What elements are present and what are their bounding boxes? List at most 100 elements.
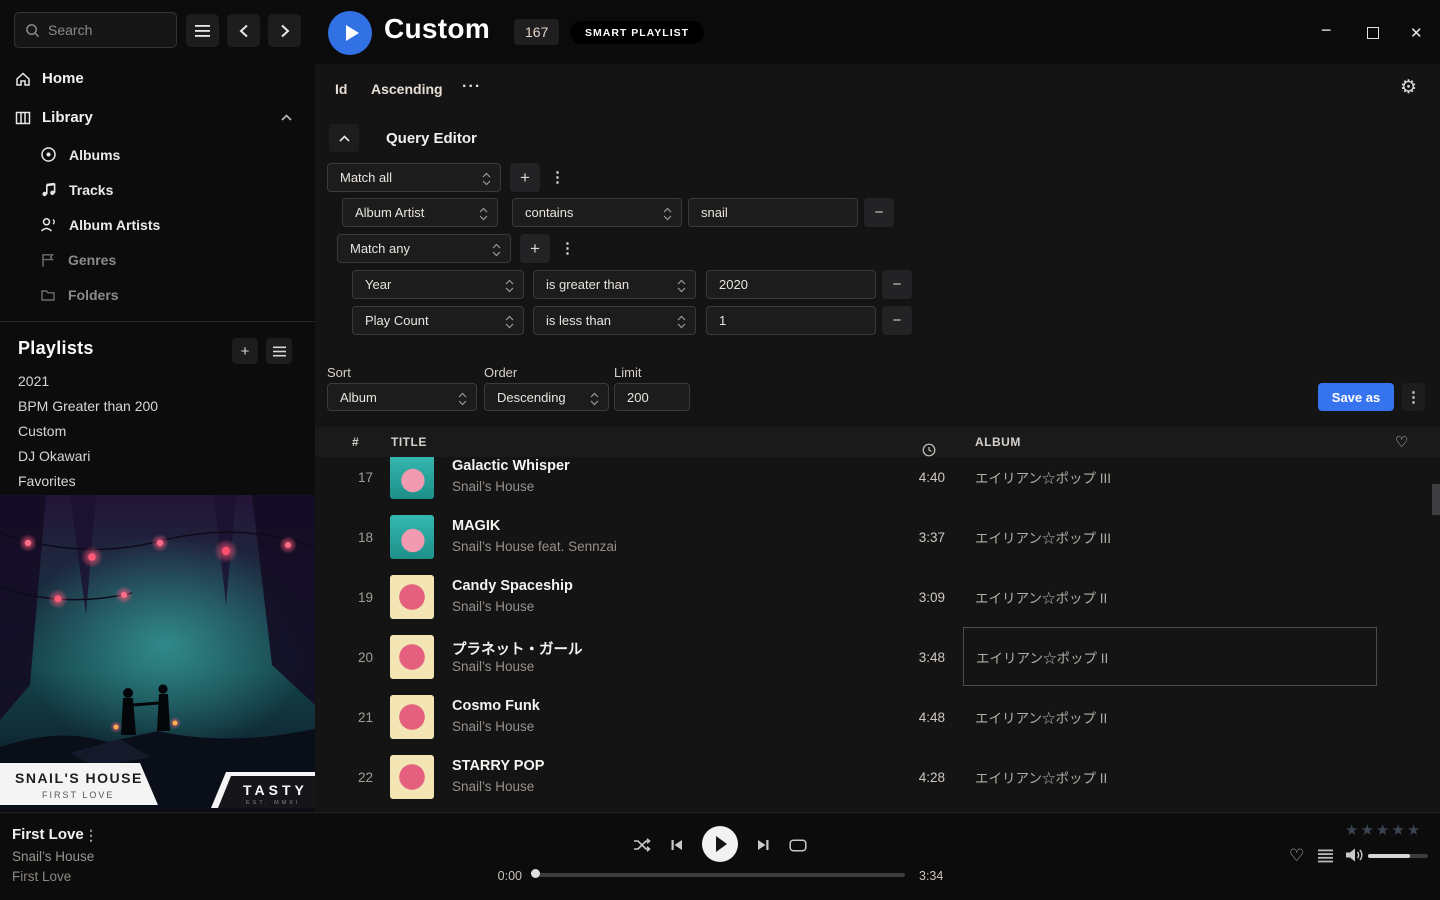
sidebar-item-genres[interactable]: Genres — [40, 242, 300, 277]
window-maximize-button[interactable] — [1367, 27, 1379, 39]
window-minimize-button[interactable]: − — [1321, 20, 1332, 41]
column-title[interactable]: TITLE — [391, 427, 427, 457]
more-options-icon[interactable]: ... — [462, 74, 481, 92]
seek-knob[interactable] — [531, 869, 540, 878]
track-row[interactable]: 17 Galactic Whisper Snail’s House 4:40 エ… — [315, 457, 1432, 507]
playlist-item[interactable]: Custom — [0, 418, 315, 443]
rule2-field-select[interactable]: Year — [352, 270, 524, 299]
nav-forward-button[interactable] — [268, 14, 301, 47]
select-arrows-icon — [505, 279, 514, 293]
column-album[interactable]: ALBUM — [975, 427, 1021, 457]
rule3-field-select[interactable]: Play Count — [352, 306, 524, 335]
remove-rule1-button[interactable]: − — [864, 198, 894, 227]
track-number: 20 — [315, 627, 373, 687]
volume-slider[interactable] — [1368, 854, 1428, 858]
track-album[interactable]: エイリアン☆ポップ II — [963, 627, 1377, 686]
remove-rule2-button[interactable]: − — [882, 270, 912, 299]
play-playlist-button[interactable] — [328, 11, 372, 55]
volume-icon[interactable] — [1344, 847, 1364, 863]
play-button[interactable] — [702, 826, 738, 862]
star-icon[interactable]: ★ — [1345, 821, 1358, 839]
gear-icon[interactable]: ⚙ — [1400, 78, 1417, 97]
playlist-item[interactable]: Favorites — [0, 468, 315, 493]
seek-bar[interactable] — [535, 873, 905, 877]
favorite-heart-icon[interactable]: ♡ — [1289, 846, 1304, 866]
star-icon[interactable]: ★ — [1376, 821, 1389, 839]
track-album[interactable]: エイリアン☆ポップ III — [963, 507, 1377, 566]
rule1-operator-select[interactable]: contains — [512, 198, 682, 227]
app-window: Home Library Albums — [0, 0, 1440, 900]
next-track-icon[interactable] — [755, 837, 771, 853]
collapse-query-editor-button[interactable] — [329, 124, 359, 152]
rule3-operator-select[interactable]: is less than — [533, 306, 696, 335]
scrollbar-thumb[interactable] — [1432, 484, 1440, 515]
match-type-select-2[interactable]: Match any — [337, 234, 511, 263]
track-row[interactable]: 19 Candy Spaceship Snail’s House 3:09 エイ… — [315, 567, 1432, 627]
track-album[interactable]: エイリアン☆ポップ II — [963, 747, 1377, 806]
save-as-button[interactable]: Save as — [1318, 383, 1394, 411]
folder-icon — [40, 287, 56, 303]
track-count-badge: 167 — [514, 19, 559, 45]
window-close-button[interactable]: ✕ — [1410, 24, 1423, 42]
track-album[interactable]: エイリアン☆ポップ II — [963, 567, 1377, 626]
track-album[interactable]: エイリアン☆ポップ II — [963, 687, 1377, 746]
nav-back-button[interactable] — [227, 14, 260, 47]
repeat-icon[interactable] — [789, 839, 807, 852]
playlist-name: DJ Okawari — [18, 448, 90, 464]
rule1-field-select[interactable]: Album Artist — [342, 198, 498, 227]
shuffle-icon[interactable] — [633, 837, 651, 853]
track-duration: 4:48 — [875, 687, 945, 747]
column-number[interactable]: # — [352, 427, 359, 457]
rule2-operator-select[interactable]: is greater than — [533, 270, 696, 299]
previous-track-icon[interactable] — [669, 837, 685, 853]
add-rule-button-1[interactable]: + — [510, 163, 540, 192]
playlist-options-button[interactable] — [266, 338, 292, 364]
order-select[interactable]: Descending — [484, 383, 609, 411]
sidebar-item-library[interactable]: Library — [0, 101, 315, 134]
match-type-select-1[interactable]: Match all — [327, 163, 501, 192]
sidebar-item-folders[interactable]: Folders — [40, 277, 300, 312]
limit-input[interactable] — [627, 390, 677, 405]
search-input[interactable] — [48, 22, 158, 38]
track-row[interactable]: 20 プラネット・ガール Snail’s House 3:48 エイリアン☆ポッ… — [315, 627, 1432, 687]
plus-icon: + — [241, 343, 250, 360]
playlist-item[interactable]: DJ Okawari — [0, 443, 315, 468]
star-icon[interactable]: ★ — [1391, 821, 1404, 839]
sidebar-item-tracks[interactable]: Tracks — [40, 172, 300, 207]
sidebar-item-album-artists[interactable]: Album Artists — [40, 207, 300, 242]
track-row[interactable]: 22 STARRY POP Snail’s House 4:28 エイリアン☆ポ… — [315, 747, 1432, 807]
rule2-value-input[interactable] — [719, 277, 863, 292]
chevron-up-icon[interactable] — [281, 114, 292, 121]
group-menu-icon-2[interactable]: ⋮ — [560, 241, 575, 256]
menu-button[interactable] — [186, 14, 219, 47]
now-playing-artwork[interactable]: SNAIL'S HOUSE FIRST LOVE TASTY EST. MMXI — [0, 495, 315, 810]
star-icon[interactable]: ★ — [1360, 821, 1373, 839]
track-album[interactable]: エイリアン☆ポップ III — [963, 457, 1377, 506]
queue-icon[interactable] — [1318, 849, 1334, 863]
add-rule-button-2[interactable]: + — [520, 234, 550, 263]
favorite-column-heart-icon[interactable]: ♡ — [1395, 427, 1409, 457]
save-options-button[interactable]: ⋮ — [1402, 383, 1425, 411]
playlist-item[interactable]: BPM Greater than 200 — [0, 393, 315, 418]
add-playlist-button[interactable]: + — [232, 338, 258, 364]
rule1-value-input[interactable] — [701, 205, 845, 220]
select-arrows-icon — [590, 392, 599, 406]
search-input-box[interactable] — [14, 12, 177, 48]
track-row[interactable]: 18 MAGIK Snail’s House feat. Sennzai 3:3… — [315, 507, 1432, 567]
remove-rule3-button[interactable]: − — [882, 306, 912, 335]
sidebar-item-albums[interactable]: Albums — [40, 137, 300, 172]
playlist-item[interactable]: 2021 — [0, 368, 315, 393]
sidebar-item-home[interactable]: Home — [0, 62, 315, 95]
rule3-value-input[interactable] — [719, 313, 863, 328]
sort-select[interactable]: Album — [327, 383, 477, 411]
sort-direction-button[interactable]: Ascending — [371, 81, 443, 97]
search-icon — [25, 23, 40, 38]
star-icon[interactable]: ★ — [1407, 821, 1420, 839]
track-number: 18 — [315, 507, 373, 567]
select-arrows-icon — [458, 392, 467, 406]
sort-field-button[interactable]: Id — [335, 81, 347, 97]
group-menu-icon-1[interactable]: ⋮ — [550, 170, 565, 185]
rating-stars[interactable]: ★ ★ ★ ★ ★ — [1345, 821, 1420, 839]
track-row[interactable]: 21 Cosmo Funk Snail’s House 4:48 エイリアン☆ポ… — [315, 687, 1432, 747]
now-playing-menu-icon[interactable]: ⋮ — [84, 827, 98, 844]
